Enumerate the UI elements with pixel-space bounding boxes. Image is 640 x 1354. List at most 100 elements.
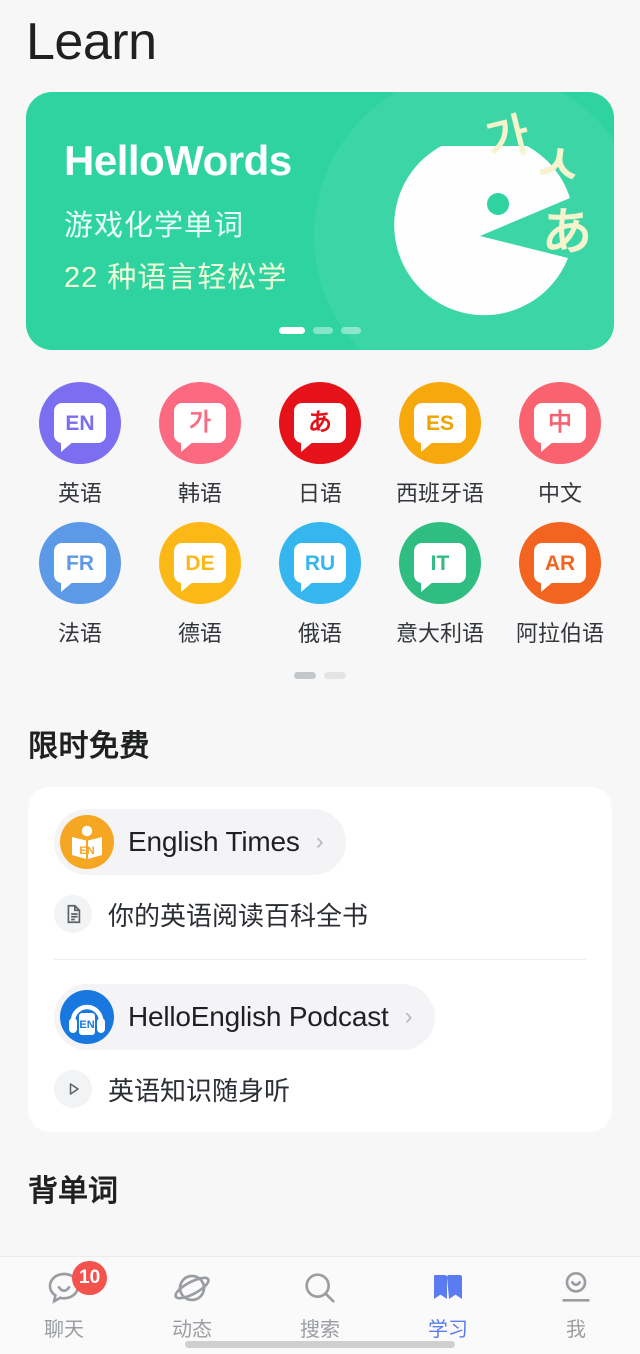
language-label: 中文 [537, 481, 582, 506]
free-item-0-pill[interactable]: EN English Times › [54, 809, 346, 875]
speech-bubble-icon: ES [414, 403, 466, 452]
language-label: 德语 [177, 621, 222, 646]
language-circle-icon[interactable]: 가 [159, 382, 241, 464]
banner-dot-1[interactable] [279, 327, 305, 334]
language-label: 阿拉伯语 [515, 621, 604, 646]
language-circle-icon[interactable]: 中 [519, 382, 601, 464]
chevron-right-icon: › [404, 1003, 413, 1030]
app-screen: Learn HelloWords 游戏化学单词 22 种语言轻松学 가 ㅅ あ [0, 0, 640, 1354]
language-label: 意大利语 [395, 621, 484, 646]
free-item-0-title: English Times [128, 826, 300, 857]
card-divider [54, 959, 586, 960]
language-cell-가[interactable]: 가 韩语 [140, 382, 260, 508]
planet-icon[interactable] [169, 1265, 215, 1311]
free-item-1-subtitle-row[interactable]: 英语知识随身听 [28, 1070, 612, 1108]
chevron-right-icon: › [315, 828, 324, 855]
language-cell-es[interactable]: ES 西班牙语 [380, 382, 500, 508]
language-circle-icon[interactable]: IT [399, 522, 481, 604]
promo-banner[interactable]: HelloWords 游戏化学单词 22 种语言轻松学 가 ㅅ あ [26, 92, 614, 350]
language-cell-ar[interactable]: AR 阿拉伯语 [500, 522, 620, 648]
bottom-tab-bar[interactable]: 聊天 10 动态 搜索 学习 我 [0, 1256, 640, 1354]
language-code: FR [66, 551, 94, 575]
speech-bubble-icon: EN [54, 403, 106, 452]
free-item-1-title: HelloEnglish Podcast [128, 1001, 389, 1032]
scroll-content[interactable]: Learn HelloWords 游戏化学单词 22 种语言轻松学 가 ㅅ あ [0, 0, 640, 1256]
language-code: DE [185, 551, 215, 575]
speech-bubble-icon: AR [534, 543, 586, 592]
speech-bubble-icon: 가 [174, 403, 226, 452]
free-item-0-subtitle-row[interactable]: 你的英语阅读百科全书 [28, 895, 612, 933]
language-cell-de[interactable]: DE 德语 [140, 522, 260, 648]
language-cell-en[interactable]: EN 英语 [20, 382, 140, 508]
speech-bubble-icon: DE [174, 543, 226, 592]
language-pagination-dots[interactable] [0, 648, 640, 679]
tab-chat[interactable]: 聊天 10 [0, 1261, 128, 1342]
speech-bubble-icon: IT [414, 543, 466, 592]
section-title-vocabulary: 背单词 [28, 1175, 118, 1208]
free-item-1-pill[interactable]: EN HelloEnglish Podcast › [54, 984, 435, 1050]
free-item-1-header[interactable]: EN HelloEnglish Podcast › [28, 984, 612, 1050]
language-code: 中 [548, 409, 572, 436]
language-cell-fr[interactable]: FR 法语 [20, 522, 140, 648]
banner-carousel[interactable]: HelloWords 游戏化学单词 22 种语言轻松学 가 ㅅ あ [0, 76, 640, 350]
speech-bubble-icon: あ [294, 403, 346, 452]
free-items-card: EN English Times › 你的英语阅读百科全书 EN HelloEn… [28, 787, 612, 1132]
book-icon[interactable] [425, 1265, 471, 1311]
svg-text:EN: EN [79, 1019, 94, 1031]
tab-label: 搜索 [300, 1319, 340, 1341]
language-cell-あ[interactable]: あ日语 [260, 382, 380, 508]
language-circle-icon[interactable]: RU [279, 522, 361, 604]
free-item-0-header[interactable]: EN English Times › [28, 809, 612, 875]
tab-label: 我 [566, 1319, 586, 1341]
banner-dot-3[interactable] [341, 327, 361, 334]
free-item-0-subtitle: 你的英语阅读百科全书 [108, 900, 369, 931]
language-code: ES [425, 411, 454, 435]
page-title: Learn [26, 13, 157, 71]
language-dot-2[interactable] [324, 672, 346, 679]
language-code: EN [65, 411, 95, 435]
tab-search[interactable]: 搜索 [256, 1265, 384, 1342]
banner-pagination-dots[interactable] [26, 327, 614, 334]
banner-glyph-japanese: あ [542, 203, 592, 261]
language-cell-中[interactable]: 中中文 [500, 382, 620, 508]
language-cell-it[interactable]: IT 意大利语 [380, 522, 500, 648]
language-grid[interactable]: EN 英语 가 韩语あ日语 ES 西班牙语中中文 FR 法语 DE 德语 RU 俄语 IT 意大利语 AR 阿… [0, 350, 640, 648]
language-circle-icon[interactable]: FR [39, 522, 121, 604]
speech-bubble-icon: 中 [534, 403, 586, 452]
tab-me[interactable]: 我 [512, 1265, 640, 1342]
language-label: 西班牙语 [395, 481, 484, 506]
language-code: あ [308, 409, 332, 436]
language-circle-icon[interactable]: ES [399, 382, 481, 464]
speech-bubble-icon: FR [54, 543, 106, 592]
free-item-1-subtitle: 英语知识随身听 [108, 1075, 291, 1106]
language-cell-ru[interactable]: RU 俄语 [260, 522, 380, 648]
banner-subtitle-2: 22 种语言轻松学 [64, 262, 288, 294]
section-title-free: 限时免费 [28, 730, 150, 763]
tab-label: 动态 [172, 1319, 212, 1341]
document-icon [54, 895, 92, 933]
language-circle-icon[interactable]: EN [39, 382, 121, 464]
language-dot-1[interactable] [294, 672, 316, 679]
tab-badge: 10 [72, 1261, 108, 1295]
tab-label: 聊天 [44, 1319, 84, 1341]
svg-text:EN: EN [79, 845, 94, 857]
tab-moments[interactable]: 动态 [128, 1265, 256, 1342]
speech-bubble-icon: RU [294, 543, 346, 592]
language-circle-icon[interactable]: DE [159, 522, 241, 604]
book-en-icon: EN [60, 815, 114, 869]
language-code: IT [430, 551, 450, 575]
language-label: 英语 [57, 481, 102, 506]
tab-learn[interactable]: 学习 [384, 1265, 512, 1342]
headphones-en-icon: EN [60, 990, 114, 1044]
language-code: RU [304, 551, 336, 575]
language-label: 俄语 [297, 621, 342, 646]
banner-text-block: HelloWords 游戏化学单词 22 种语言轻松学 [64, 134, 292, 296]
play-icon [54, 1070, 92, 1108]
banner-title: HelloWords [64, 137, 292, 184]
person-icon[interactable] [553, 1265, 599, 1311]
language-label: 法语 [57, 621, 102, 646]
language-circle-icon[interactable]: AR [519, 522, 601, 604]
banner-dot-2[interactable] [313, 327, 333, 334]
search-icon[interactable] [297, 1265, 343, 1311]
language-circle-icon[interactable]: あ [279, 382, 361, 464]
